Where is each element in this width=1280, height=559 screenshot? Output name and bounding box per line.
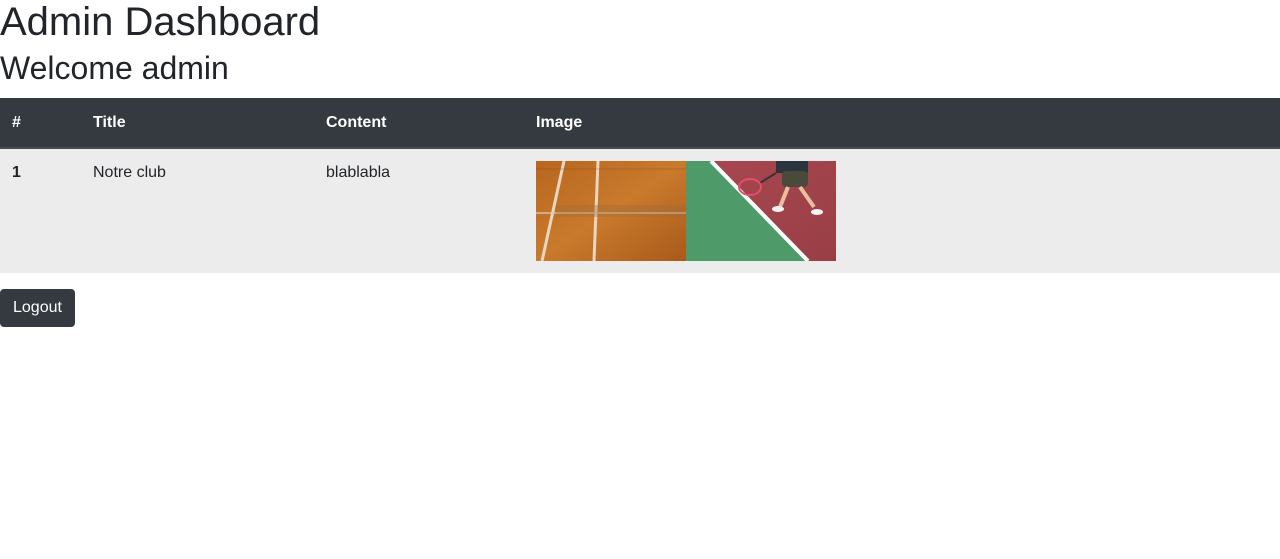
posts-table: # Title Content Image 1 Notre club blabl… <box>0 98 1280 273</box>
column-header-number: # <box>0 98 81 149</box>
tennis-court-image <box>536 161 836 261</box>
table-header: # Title Content Image <box>0 98 1280 149</box>
row-image-cell <box>524 148 1280 273</box>
row-content: blablabla <box>326 164 391 181</box>
table-header-row: # Title Content Image <box>0 98 1280 149</box>
table-row: 1 Notre club blablabla <box>0 148 1280 273</box>
column-header-title: Title <box>81 98 314 149</box>
row-title: Notre club <box>93 164 166 181</box>
welcome-heading: Welcome admin <box>0 50 229 86</box>
column-header-image: Image <box>524 98 1280 149</box>
table-body: 1 Notre club blablabla <box>0 148 1280 273</box>
column-header-content: Content <box>314 98 524 149</box>
logout-button[interactable]: Logout <box>0 289 75 327</box>
page-title: Admin Dashboard <box>0 0 321 44</box>
row-number: 1 <box>12 164 21 181</box>
